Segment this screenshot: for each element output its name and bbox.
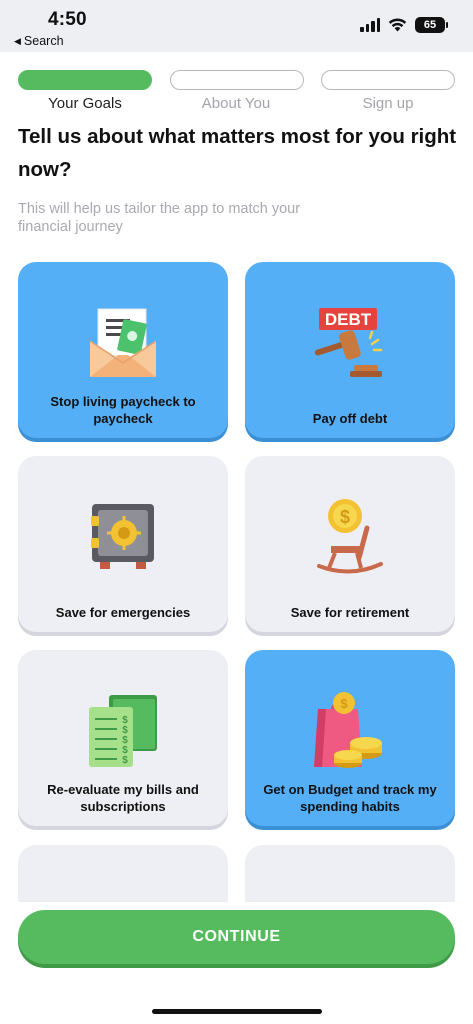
rocking-chair-coin-icon: $: [245, 492, 455, 582]
debt-sign-text: DEBT: [325, 310, 372, 329]
back-label: Search: [23, 34, 64, 48]
step-label-about: About You: [201, 95, 271, 112]
step-label-goals: Your Goals: [48, 95, 122, 112]
status-time: 4:50: [48, 9, 87, 30]
svg-text:$: $: [122, 755, 128, 766]
bottom-action-bar: CONTINUE: [0, 902, 473, 1024]
goal-label: Save for emergencies: [55, 605, 191, 620]
goal-card-retirement[interactable]: $ Save for retirement: [245, 456, 455, 632]
goal-label: Stop living paycheck to paycheck: [50, 394, 196, 426]
back-arrow-icon: ◀: [14, 36, 21, 46]
goal-label: Get on Budget and track my spending habi…: [263, 782, 437, 814]
progress-step-goals: [18, 70, 152, 90]
status-bar: 4:50 ◀ Search 65: [0, 0, 473, 52]
progress-step-signup: [321, 70, 455, 90]
svg-text:$: $: [340, 696, 348, 711]
bills-icon: $ $ $ $ $: [18, 686, 228, 776]
step-label-signup: Sign up: [362, 95, 414, 112]
goal-label: Re-evaluate my bills and subscriptions: [47, 782, 199, 814]
safe-icon: [18, 492, 228, 582]
wifi-icon: [388, 18, 407, 32]
svg-text:$: $: [340, 507, 350, 527]
goal-card-paycheck[interactable]: Stop living paycheck to paycheck: [18, 262, 228, 438]
goal-card-debt[interactable]: DEBT Pay off debt: [245, 262, 455, 438]
goal-card-bills[interactable]: $ $ $ $ $ Re-evaluate my bills and subsc…: [18, 650, 228, 826]
goal-card-budget[interactable]: $ Get on Budget and track my spending ha…: [245, 650, 455, 826]
shopping-bag-coins-icon: $: [245, 686, 455, 776]
battery-icon: 65: [415, 17, 448, 33]
progress-step-about: [170, 70, 304, 90]
home-indicator: [152, 1009, 322, 1014]
page-title: Tell us about what matters most for you …: [18, 125, 457, 181]
page-subtitle: This will help us tailor the app to matc…: [18, 201, 301, 235]
debt-gavel-icon: DEBT: [245, 298, 455, 388]
money-envelope-icon: [18, 298, 228, 388]
goal-card-emergencies[interactable]: Save for emergencies: [18, 456, 228, 632]
status-icons: 65: [360, 17, 448, 33]
back-to-search-link[interactable]: ◀ Search: [14, 34, 64, 48]
continue-button[interactable]: CONTINUE: [18, 910, 455, 964]
cellular-signal-icon: [360, 18, 380, 32]
goal-label: Pay off debt: [312, 411, 388, 426]
goal-label: Save for retirement: [290, 605, 410, 620]
